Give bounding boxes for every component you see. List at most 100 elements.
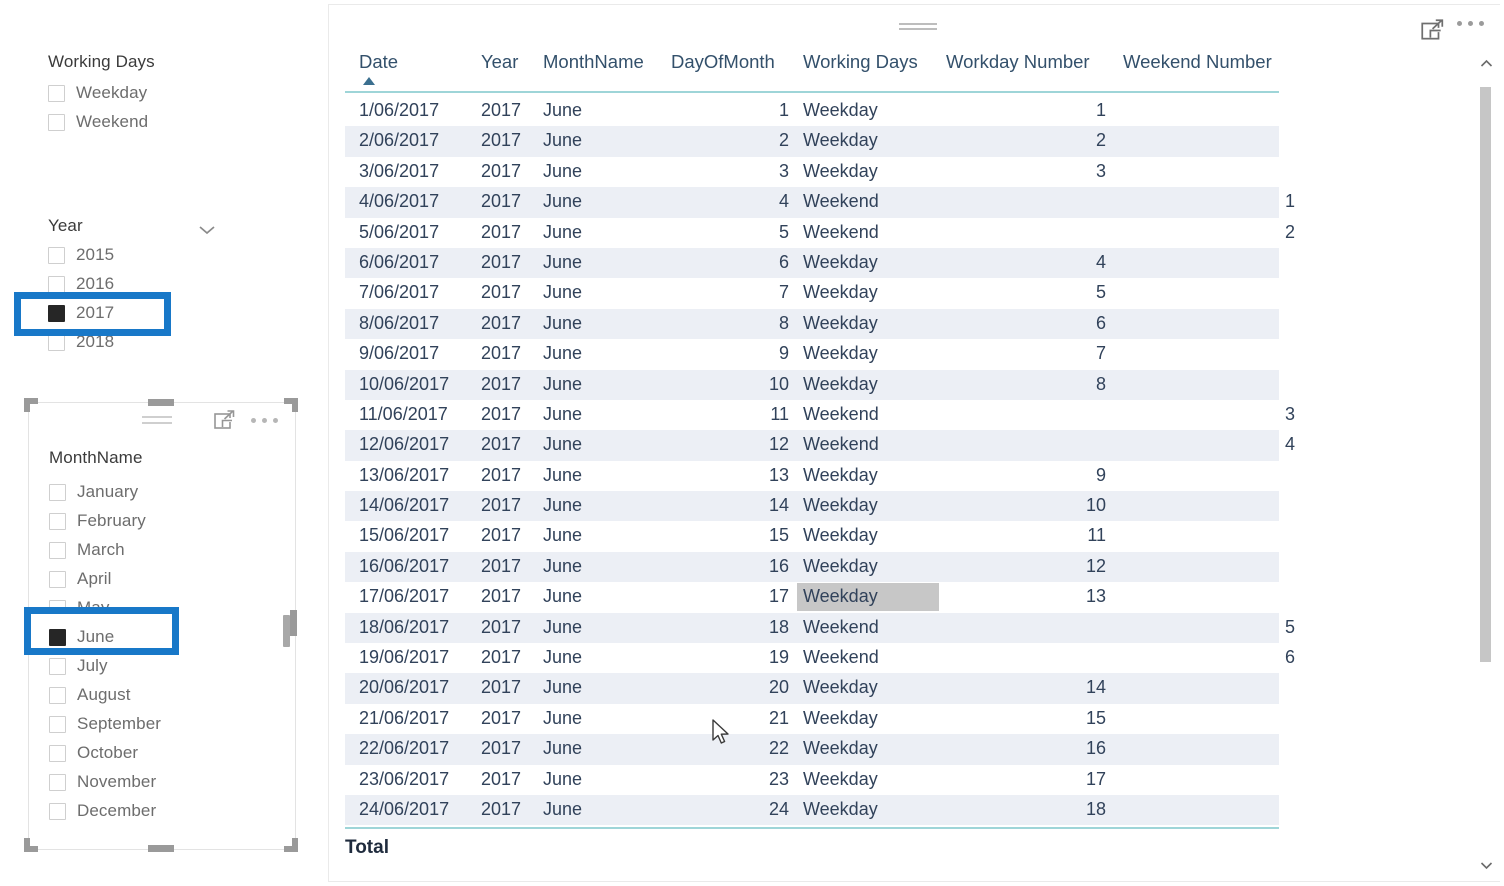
table-visual[interactable]: Date Year MonthName DayOfMonth Working D…	[328, 4, 1500, 882]
table-cell-workday-number[interactable]: 7	[946, 343, 1106, 364]
resize-handle-bottom-center[interactable]	[148, 845, 174, 852]
table-cell-working-days[interactable]: Weekend	[803, 191, 939, 212]
focus-mode-icon[interactable]	[212, 408, 236, 437]
table-cell-date[interactable]: 6/06/2017	[359, 252, 479, 273]
table-row[interactable]: 3/06/2017 2017 June 3 Weekday 3	[345, 157, 1279, 187]
table-cell-working-days[interactable]: Weekday	[803, 738, 939, 759]
table-cell-year[interactable]: 2017	[481, 738, 527, 759]
table-row[interactable]: 9/06/2017 2017 June 9 Weekday 7	[345, 339, 1279, 369]
table-cell-month-name[interactable]: June	[543, 586, 653, 607]
table-cell-month-name[interactable]: June	[543, 404, 653, 425]
table-cell-weekend-number[interactable]: 3	[1123, 404, 1295, 425]
table-cell-working-days[interactable]: Weekday	[803, 677, 939, 698]
table-cell-day-of-month[interactable]: 24	[655, 799, 789, 820]
slicer-item-2016[interactable]: 2016	[48, 271, 114, 297]
table-cell-working-days[interactable]: Weekday	[803, 708, 939, 729]
table-cell-date[interactable]: 15/06/2017	[359, 525, 479, 546]
table-cell-workday-number[interactable]: 6	[946, 313, 1106, 334]
table-cell-month-name[interactable]: June	[543, 647, 653, 668]
table-cell-year[interactable]: 2017	[481, 799, 527, 820]
chevron-up-icon[interactable]	[1478, 55, 1494, 71]
table-cell-workday-number[interactable]: 2	[946, 130, 1106, 151]
table-cell-working-days[interactable]: Weekday	[803, 252, 939, 273]
table-cell-date[interactable]: 20/06/2017	[359, 677, 479, 698]
slicer-item-weekend[interactable]: Weekend	[48, 109, 148, 135]
table-cell-working-days[interactable]: Weekend	[803, 647, 939, 668]
table-cell-date[interactable]: 11/06/2017	[359, 404, 479, 425]
checkbox-2018[interactable]	[48, 333, 65, 351]
table-cell-working-days[interactable]: Weekday	[803, 556, 939, 577]
table-row[interactable]: 1/06/2017 2017 June 1 Weekday 1	[345, 96, 1279, 126]
table-row[interactable]: 13/06/2017 2017 June 13 Weekday 9	[345, 461, 1279, 491]
table-cell-day-of-month[interactable]: 14	[655, 495, 789, 516]
table-cell-month-name[interactable]: June	[543, 374, 653, 395]
checkbox-march[interactable]	[49, 541, 66, 559]
resize-handle-bottom-left[interactable]	[24, 837, 39, 852]
table-cell-day-of-month[interactable]: 9	[655, 343, 789, 364]
table-cell-date[interactable]: 13/06/2017	[359, 465, 479, 486]
table-cell-month-name[interactable]: June	[543, 677, 653, 698]
table-cell-working-days[interactable]: Weekend	[803, 434, 939, 455]
table-cell-date[interactable]: 18/06/2017	[359, 617, 479, 638]
table-cell-date[interactable]: 2/06/2017	[359, 130, 479, 151]
table-cell-year[interactable]: 2017	[481, 617, 527, 638]
table-row[interactable]: 18/06/2017 2017 June 18 Weekend 5	[345, 612, 1295, 644]
table-cell-day-of-month[interactable]: 13	[655, 465, 789, 486]
table-cell-year[interactable]: 2017	[481, 161, 527, 182]
table-cell-month-name[interactable]: June	[543, 617, 653, 638]
table-cell-year[interactable]: 2017	[481, 495, 527, 516]
focus-mode-icon[interactable]	[1419, 17, 1445, 48]
table-cell-day-of-month[interactable]: 22	[655, 738, 789, 759]
table-scrollbar[interactable]	[1475, 51, 1497, 877]
table-cell-date[interactable]: 19/06/2017	[359, 647, 479, 668]
table-cell-weekend-number[interactable]: 6	[1123, 647, 1295, 668]
table-cell-day-of-month[interactable]: 21	[655, 708, 789, 729]
checkbox-january[interactable]	[49, 483, 66, 501]
checkbox-november[interactable]	[49, 773, 66, 791]
column-header-monthname[interactable]: MonthName	[543, 51, 644, 73]
table-cell-date[interactable]: 22/06/2017	[359, 738, 479, 759]
slicer-working-days[interactable]: Working Days Weekday Weekend	[0, 44, 300, 154]
table-cell-day-of-month[interactable]: 7	[655, 282, 789, 303]
table-cell-month-name[interactable]: June	[543, 100, 653, 121]
table-cell-month-name[interactable]: June	[543, 343, 653, 364]
slicer-item-august[interactable]: August	[49, 682, 131, 708]
table-cell-date[interactable]: 12/06/2017	[359, 434, 479, 455]
table-cell-working-days[interactable]: Weekend	[803, 404, 939, 425]
resize-handle-middle-right[interactable]	[290, 610, 297, 636]
table-cell-day-of-month[interactable]: 8	[655, 313, 789, 334]
table-row[interactable]: 16/06/2017 2017 June 16 Weekday 12	[345, 551, 1279, 583]
table-cell-workday-number[interactable]: 12	[946, 556, 1106, 577]
table-cell-year[interactable]: 2017	[481, 252, 527, 273]
table-cell-month-name[interactable]: June	[543, 252, 653, 273]
table-row[interactable]: 12/06/2017 2017 June 12 Weekend 4	[345, 430, 1295, 461]
table-row[interactable]: 17/06/2017 2017 June 17 Weekday 13	[345, 582, 1279, 612]
table-cell-workday-number[interactable]: 13	[946, 586, 1106, 607]
table-cell-workday-number[interactable]: 1	[946, 100, 1106, 121]
table-cell-year[interactable]: 2017	[481, 556, 527, 577]
table-cell-working-days[interactable]: Weekday	[803, 130, 939, 151]
table-cell-year[interactable]: 2017	[481, 191, 527, 212]
checkbox-september[interactable]	[49, 715, 66, 733]
table-cell-working-days[interactable]: Weekday	[803, 161, 939, 182]
table-cell-workday-number[interactable]: 9	[946, 465, 1106, 486]
column-header-workdaynumber[interactable]: Workday Number	[946, 51, 1090, 73]
table-cell-day-of-month[interactable]: 19	[655, 647, 789, 668]
table-cell-date[interactable]: 5/06/2017	[359, 222, 479, 243]
slicer-item-december[interactable]: December	[49, 798, 156, 824]
table-cell-month-name[interactable]: June	[543, 465, 653, 486]
table-cell-date[interactable]: 7/06/2017	[359, 282, 479, 303]
slicer-item-september[interactable]: September	[49, 711, 161, 737]
chevron-down-icon[interactable]	[1478, 857, 1494, 873]
column-header-year[interactable]: Year	[481, 51, 518, 73]
table-cell-working-days[interactable]: Weekday	[803, 282, 939, 303]
table-row[interactable]: 20/06/2017 2017 June 20 Weekday 14	[345, 673, 1279, 704]
table-cell-month-name[interactable]: June	[543, 282, 653, 303]
table-cell-year[interactable]: 2017	[481, 404, 527, 425]
table-cell-day-of-month[interactable]: 16	[655, 556, 789, 577]
table-cell-day-of-month[interactable]: 10	[655, 374, 789, 395]
table-cell-weekend-number[interactable]: 1	[1123, 191, 1295, 212]
table-cell-working-days[interactable]: Weekday	[803, 799, 939, 820]
table-cell-weekend-number[interactable]: 2	[1123, 222, 1295, 243]
table-cell-year[interactable]: 2017	[481, 374, 527, 395]
